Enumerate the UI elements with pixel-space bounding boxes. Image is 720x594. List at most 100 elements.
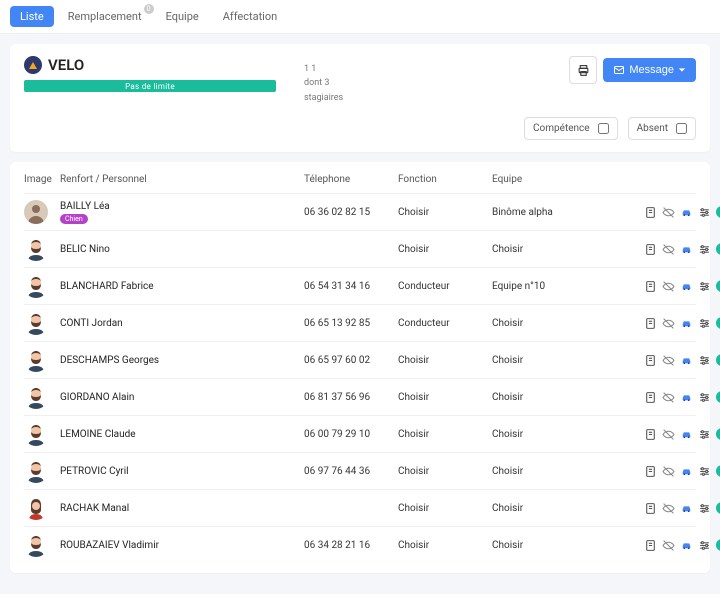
equipe-select[interactable]: Choisir — [492, 466, 632, 477]
equipe-select[interactable]: Choisir — [492, 392, 632, 403]
note-icon[interactable] — [644, 206, 657, 219]
equipe-select[interactable]: Choisir — [492, 540, 632, 551]
vehicle-icon[interactable] — [680, 502, 693, 515]
info-icon[interactable]: i — [716, 280, 720, 292]
vehicle-icon[interactable] — [680, 317, 693, 330]
note-icon[interactable] — [644, 280, 657, 293]
note-icon[interactable] — [644, 539, 657, 552]
equipe-select[interactable]: Equipe n°10 — [492, 281, 632, 292]
person-name[interactable]: CONTI Jordan — [60, 318, 300, 329]
person-name[interactable]: ROUBAZAIEV Vladimir — [60, 540, 300, 551]
settings-icon[interactable] — [698, 502, 711, 515]
filter-competence-label: Compétence — [533, 123, 590, 134]
note-icon[interactable] — [644, 391, 657, 404]
tab-remplacement[interactable]: Remplacement0 — [58, 6, 152, 27]
info-icon[interactable]: i — [716, 428, 720, 440]
equipe-select[interactable]: Binôme alpha — [492, 207, 632, 218]
hide-icon[interactable] — [662, 502, 675, 515]
person-name[interactable]: PETROVIC Cyril — [60, 466, 300, 477]
phone-cell: 06 65 97 60 02 — [304, 355, 394, 366]
vehicle-icon[interactable] — [680, 428, 693, 441]
fonction-select[interactable]: Conducteur — [398, 281, 488, 292]
fonction-select[interactable]: Choisir — [398, 207, 488, 218]
settings-icon[interactable] — [698, 465, 711, 478]
person-name[interactable]: RACHAK Manal — [60, 503, 300, 514]
fonction-select[interactable]: Conducteur — [398, 318, 488, 329]
hide-icon[interactable] — [662, 280, 675, 293]
info-icon[interactable]: i — [716, 539, 720, 551]
tab-liste[interactable]: Liste — [10, 6, 54, 27]
equipe-select[interactable]: Choisir — [492, 503, 632, 514]
note-icon[interactable] — [644, 317, 657, 330]
settings-icon[interactable] — [698, 428, 711, 441]
hide-icon[interactable] — [662, 428, 675, 441]
tab-equipe[interactable]: Equipe — [156, 6, 209, 27]
fonction-select[interactable]: Choisir — [398, 244, 488, 255]
equipe-select[interactable]: Choisir — [492, 244, 632, 255]
note-icon[interactable] — [644, 243, 657, 256]
vehicle-icon[interactable] — [680, 354, 693, 367]
info-icon[interactable]: i — [716, 502, 720, 514]
hide-icon[interactable] — [662, 391, 675, 404]
person-name[interactable]: GIORDANO Alain — [60, 392, 300, 403]
settings-icon[interactable] — [698, 317, 711, 330]
fonction-select[interactable]: Choisir — [398, 429, 488, 440]
info-icon[interactable]: i — [716, 206, 720, 218]
info-icon[interactable]: i — [716, 391, 720, 403]
settings-icon[interactable] — [698, 391, 711, 404]
fonction-select[interactable]: Choisir — [398, 466, 488, 477]
person-name[interactable]: BELIC Nino — [60, 244, 300, 255]
person-name[interactable]: DESCHAMPS Georges — [60, 355, 300, 366]
note-icon[interactable] — [644, 502, 657, 515]
tab-affectation[interactable]: Affectation — [213, 6, 288, 27]
info-icon[interactable]: i — [716, 354, 720, 366]
settings-icon[interactable] — [698, 280, 711, 293]
table-row: BLANCHARD Fabrice06 54 31 34 16Conducteu… — [24, 267, 696, 304]
fonction-select[interactable]: Choisir — [398, 392, 488, 403]
person-tag: Chien — [60, 214, 88, 224]
message-button[interactable]: Message — [603, 58, 696, 82]
person-name[interactable]: BAILLY Léa — [60, 201, 300, 212]
note-icon[interactable] — [644, 428, 657, 441]
hide-icon[interactable] — [662, 243, 675, 256]
vehicle-icon[interactable] — [680, 280, 693, 293]
filter-absent-checkbox[interactable] — [676, 123, 687, 134]
tab-badge: 0 — [144, 4, 154, 14]
filter-competence[interactable]: Compétence — [524, 117, 618, 140]
fonction-select[interactable]: Choisir — [398, 540, 488, 551]
person-name[interactable]: BLANCHARD Fabrice — [60, 281, 300, 292]
hide-icon[interactable] — [662, 317, 675, 330]
vehicle-icon[interactable] — [680, 243, 693, 256]
hide-icon[interactable] — [662, 206, 675, 219]
avatar — [24, 422, 48, 446]
person-name[interactable]: LEMOINE Claude — [60, 429, 300, 440]
hide-icon[interactable] — [662, 539, 675, 552]
info-icon[interactable]: i — [716, 243, 720, 255]
vehicle-icon[interactable] — [680, 391, 693, 404]
settings-icon[interactable] — [698, 354, 711, 367]
fonction-select[interactable]: Choisir — [398, 503, 488, 514]
info-icon[interactable]: i — [716, 465, 720, 477]
equipe-select[interactable]: Choisir — [492, 429, 632, 440]
table-row: PETROVIC Cyril06 97 76 44 36ChoisirChois… — [24, 452, 696, 489]
settings-icon[interactable] — [698, 243, 711, 256]
equipe-select[interactable]: Choisir — [492, 355, 632, 366]
vehicle-icon[interactable] — [680, 206, 693, 219]
vehicle-icon[interactable] — [680, 465, 693, 478]
equipe-select[interactable]: Choisir — [492, 318, 632, 329]
print-button[interactable] — [569, 56, 597, 84]
vehicle-icon[interactable] — [680, 539, 693, 552]
info-icon[interactable]: i — [716, 317, 720, 329]
table-row: BELIC NinoChoisirChoisiri — [24, 230, 696, 267]
settings-icon[interactable] — [698, 206, 711, 219]
fonction-select[interactable]: Choisir — [398, 355, 488, 366]
hide-icon[interactable] — [662, 354, 675, 367]
note-icon[interactable] — [644, 465, 657, 478]
phone-cell: 06 81 37 56 96 — [304, 392, 394, 403]
settings-icon[interactable] — [698, 539, 711, 552]
col-equipe: Equipe — [492, 174, 632, 185]
filter-absent[interactable]: Absent — [628, 117, 696, 140]
filter-competence-checkbox[interactable] — [598, 123, 609, 134]
hide-icon[interactable] — [662, 465, 675, 478]
note-icon[interactable] — [644, 354, 657, 367]
